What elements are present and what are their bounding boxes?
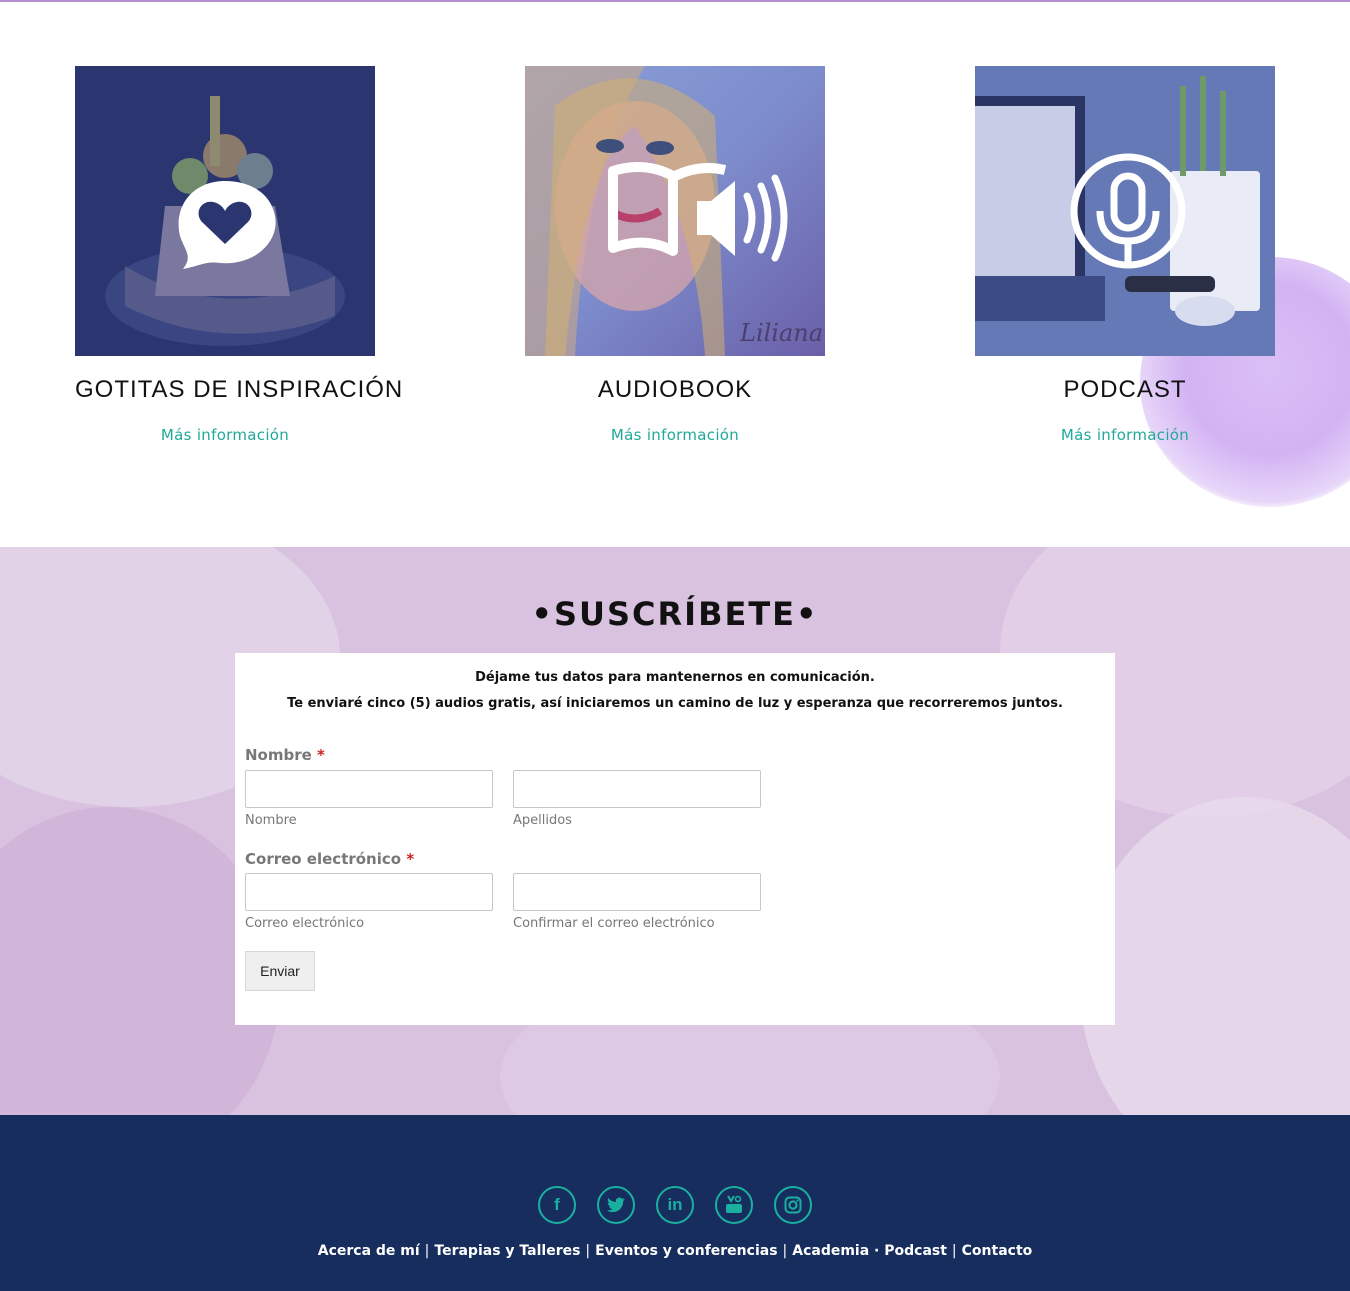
- card-title-audiobook: AUDIOBOOK: [597, 376, 753, 403]
- card-title-podcast: PODCAST: [1063, 376, 1187, 403]
- mas-informacion-link-audiobook[interactable]: Más información: [611, 426, 739, 444]
- footer-link-eventos[interactable]: Eventos y conferencias: [590, 1243, 782, 1259]
- email-confirm-sublabel: Confirmar el correo electrónico: [513, 916, 715, 931]
- footer-link-acerca[interactable]: Acerca de mí: [313, 1243, 425, 1259]
- email-input[interactable]: [245, 873, 493, 911]
- linkedin-icon[interactable]: in: [656, 1186, 694, 1224]
- youtube-icon[interactable]: [715, 1186, 753, 1224]
- name-label: Nombre *: [245, 746, 325, 764]
- services-section: GOTITAS DE INSPIRACIÓN Más información L…: [0, 2, 1350, 547]
- footer-link-contacto[interactable]: Contacto: [957, 1243, 1038, 1259]
- email-label: Correo electrónico *: [245, 850, 415, 868]
- card-image-podcast[interactable]: [975, 66, 1275, 356]
- last-name-input[interactable]: [513, 770, 761, 808]
- form-intro-line1: Déjame tus datos para mantenernos en com…: [475, 670, 875, 685]
- instagram-icon[interactable]: [774, 1186, 812, 1224]
- card-audiobook: Liliana AUDIOBOOK Más información: [525, 66, 825, 444]
- subscribe-section: •SUSCRÍBETE• Déjame tus datos para mante…: [0, 547, 1350, 1115]
- email-sublabel: Correo electrónico: [245, 916, 365, 931]
- card-title-gotitas: GOTITAS DE INSPIRACIÓN: [75, 376, 404, 403]
- card-gotitas: GOTITAS DE INSPIRACIÓN Más información: [75, 66, 404, 444]
- first-name-sublabel: Nombre: [245, 813, 297, 828]
- footer-nav: Acerca de mí | Terapias y Talleres | Event…: [0, 1243, 1350, 1259]
- first-name-input[interactable]: [245, 770, 493, 808]
- footer-link-academia[interactable]: Academia · Podcast: [787, 1243, 952, 1259]
- submit-button[interactable]: Enviar: [245, 951, 315, 991]
- signature-text: Liliana: [739, 319, 823, 347]
- social-links: f in: [538, 1186, 812, 1224]
- card-image-gotitas[interactable]: [75, 66, 375, 356]
- twitter-icon[interactable]: [597, 1186, 635, 1224]
- facebook-icon[interactable]: f: [538, 1186, 576, 1224]
- background-petal: [1080, 797, 1350, 1115]
- form-intro-line2: Te enviaré cinco (5) audios gratis, así …: [287, 696, 1063, 711]
- mas-informacion-link-podcast[interactable]: Más información: [1061, 426, 1189, 444]
- footer: f in Acerca de mí | Terapias y Talleres | …: [0, 1115, 1350, 1291]
- card-podcast: PODCAST Más información: [975, 66, 1275, 444]
- last-name-sublabel: Apellidos: [513, 813, 572, 828]
- email-confirm-input[interactable]: [513, 873, 761, 911]
- subscribe-form: Déjame tus datos para mantenernos en com…: [235, 653, 1115, 1025]
- card-image-audiobook[interactable]: Liliana: [525, 66, 825, 356]
- mas-informacion-link-gotitas[interactable]: Más información: [161, 426, 289, 444]
- subscribe-title: •SUSCRÍBETE•: [531, 595, 819, 633]
- footer-link-terapias[interactable]: Terapias y Talleres: [429, 1243, 585, 1259]
